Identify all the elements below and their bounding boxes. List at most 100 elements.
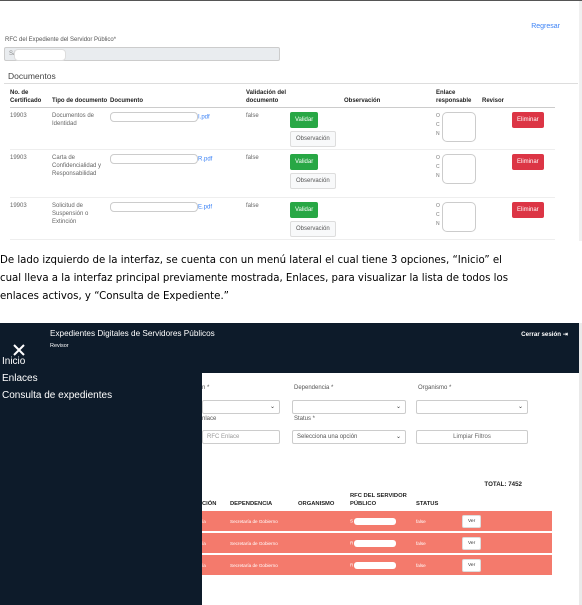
header-organismo: ORGANISMO xyxy=(298,500,335,507)
expedientes-screenshot: Expedientes Digitales de Servidores Públ… xyxy=(0,323,582,605)
cell-revisor xyxy=(482,149,512,198)
cell-ubicacion: ía xyxy=(202,511,230,533)
document-link[interactable]: E.pdf xyxy=(198,205,212,211)
document-name-redaction xyxy=(110,154,198,164)
table-row: ía Secretaría de Gobierno R false Ver xyxy=(202,532,552,555)
rfc-field-label: RFC del Expediente del Servidor Público* xyxy=(5,37,117,43)
cell-tipo: Solicitud de Suspensión o Extinción xyxy=(52,197,110,240)
cell-ubicacion: ía xyxy=(202,554,230,577)
validar-button[interactable]: Validar xyxy=(290,154,319,170)
limpiar-filtros-button[interactable]: Limpiar Filtros xyxy=(416,430,528,444)
filter-label-dependencia: Dependencia * xyxy=(294,385,334,391)
table-row: 19903 Documentos de Identidad I.pdf fals… xyxy=(10,107,555,150)
cell-status: false xyxy=(416,511,462,533)
document-validation-screenshot: Regresar RFC del Expediente del Servidor… xyxy=(0,0,582,241)
cell-certificado: 19903 xyxy=(10,149,52,198)
validar-button[interactable]: Validar xyxy=(290,112,319,128)
document-name-redaction xyxy=(110,202,198,212)
documents-heading: Documentos xyxy=(8,71,56,81)
cell-certificado: 19903 xyxy=(10,107,52,150)
header-ubicacion: CIÓN xyxy=(202,500,217,507)
filter-label-organismo: Organismo * xyxy=(418,385,452,391)
cell-validacion: false xyxy=(246,107,290,150)
cell-revisor xyxy=(482,197,512,240)
filter-label-partial: n * xyxy=(202,385,210,391)
logout-link[interactable]: Cerrar sesión ⇥ xyxy=(521,331,568,338)
enlace-text: OCN xyxy=(436,203,440,227)
header-delete xyxy=(512,89,555,108)
observacion-button[interactable]: Observación xyxy=(290,221,336,237)
cell-enlace: OCN xyxy=(436,197,482,240)
cell-delete: Eliminar xyxy=(512,197,555,240)
eliminar-button[interactable]: Eliminar xyxy=(512,112,544,128)
cell-actions: Validar Observación xyxy=(290,107,344,150)
cell-actions: Ver xyxy=(462,511,552,533)
enlace-text: OCN xyxy=(436,155,440,179)
header-documento: Documento xyxy=(110,89,246,108)
description-paragraph: De lado izquierdo de la interfaz, se cue… xyxy=(0,252,582,306)
header-tipo-documento: Tipo de documento xyxy=(52,89,110,108)
filter-label-enlace: nlace xyxy=(202,416,217,422)
cell-certificado: 19903 xyxy=(10,197,52,240)
cell-observacion xyxy=(344,149,436,198)
status-select[interactable]: Selecciona una opción ⌄ xyxy=(292,430,406,444)
validar-button[interactable]: Validar xyxy=(290,202,319,218)
cell-status: false xyxy=(416,554,462,577)
enlace-text: OCN xyxy=(436,113,440,137)
observacion-button[interactable]: Observación xyxy=(290,131,336,147)
sidebar-item-inicio[interactable]: Inicio xyxy=(2,356,25,367)
organismo-select[interactable]: ⌄ xyxy=(416,400,528,414)
logout-icon: ⇥ xyxy=(562,331,568,338)
observacion-button[interactable]: Observación xyxy=(290,173,336,189)
cell-actions: Ver xyxy=(462,554,552,577)
cell-actions: Validar Observación xyxy=(290,197,344,240)
dependencia-select[interactable]: ⌄ xyxy=(292,400,406,414)
header-status: STATUS xyxy=(416,500,439,507)
document-link[interactable]: I.pdf xyxy=(198,115,210,121)
cell-rfc: R xyxy=(350,554,416,577)
header-rfc: RFC DEL SERVIDOR PÚBLICO xyxy=(350,493,407,507)
table-row: 19903 Carta de Confidencialidad y Respon… xyxy=(10,149,555,198)
ver-button[interactable]: Ver xyxy=(462,558,482,572)
enlace-redaction xyxy=(441,112,476,142)
header-no-certificado: No. de Certificado xyxy=(10,89,52,108)
cell-enlace: OCN xyxy=(436,149,482,198)
rfc-enlace-input[interactable]: RFC Enlace xyxy=(202,430,280,444)
document-link[interactable]: R.pdf xyxy=(198,157,212,163)
header-actions xyxy=(290,89,344,108)
filter-select-partial[interactable]: ⌄ xyxy=(202,400,280,414)
filter-label-status: Status * xyxy=(294,416,316,422)
rfc-redaction xyxy=(14,49,66,61)
close-icon[interactable] xyxy=(12,343,26,357)
header-dependencia: DEPENDENCIA xyxy=(230,500,273,507)
eliminar-button[interactable]: Eliminar xyxy=(512,202,544,218)
rfc-redaction xyxy=(354,561,397,569)
regresar-link[interactable]: Regresar xyxy=(531,23,560,30)
cell-status: false xyxy=(416,532,462,555)
cell-ubicacion: ía xyxy=(202,532,230,555)
cell-organismo xyxy=(298,554,350,577)
cell-observacion xyxy=(344,107,436,150)
cell-tipo: Carta de Confidencialidad y Responsabili… xyxy=(52,149,110,198)
sidebar-item-consulta[interactable]: Consulta de expedientes xyxy=(2,390,112,401)
ver-button[interactable]: Ver xyxy=(462,514,482,528)
ver-button[interactable]: Ver xyxy=(462,536,482,550)
cell-organismo xyxy=(298,511,350,533)
table-row: 19903 Solicitud de Suspensión o Extinció… xyxy=(10,197,555,240)
cell-documento[interactable]: E.pdf xyxy=(110,197,246,240)
cell-observacion xyxy=(344,197,436,240)
rfc-redaction xyxy=(354,539,397,547)
eliminar-button[interactable]: Eliminar xyxy=(512,154,544,170)
cell-dependencia: Secretaría de Gobierno xyxy=(230,554,298,577)
cell-documento[interactable]: I.pdf xyxy=(110,107,246,150)
cell-revisor xyxy=(482,107,512,150)
paragraph-line: De lado izquierdo de la interfaz, se cue… xyxy=(0,255,502,266)
sidebar-item-enlaces[interactable]: Enlaces xyxy=(2,373,38,384)
cell-delete: Eliminar xyxy=(512,107,555,150)
cell-validacion: false xyxy=(246,149,290,198)
cell-actions: Ver xyxy=(462,532,552,555)
cell-documento[interactable]: R.pdf xyxy=(110,149,246,198)
header-actions xyxy=(462,493,552,511)
header-enlace: Enlace responsable xyxy=(436,89,482,108)
paragraph-line: enlaces activos, y “Consulta de Expedien… xyxy=(0,291,229,302)
